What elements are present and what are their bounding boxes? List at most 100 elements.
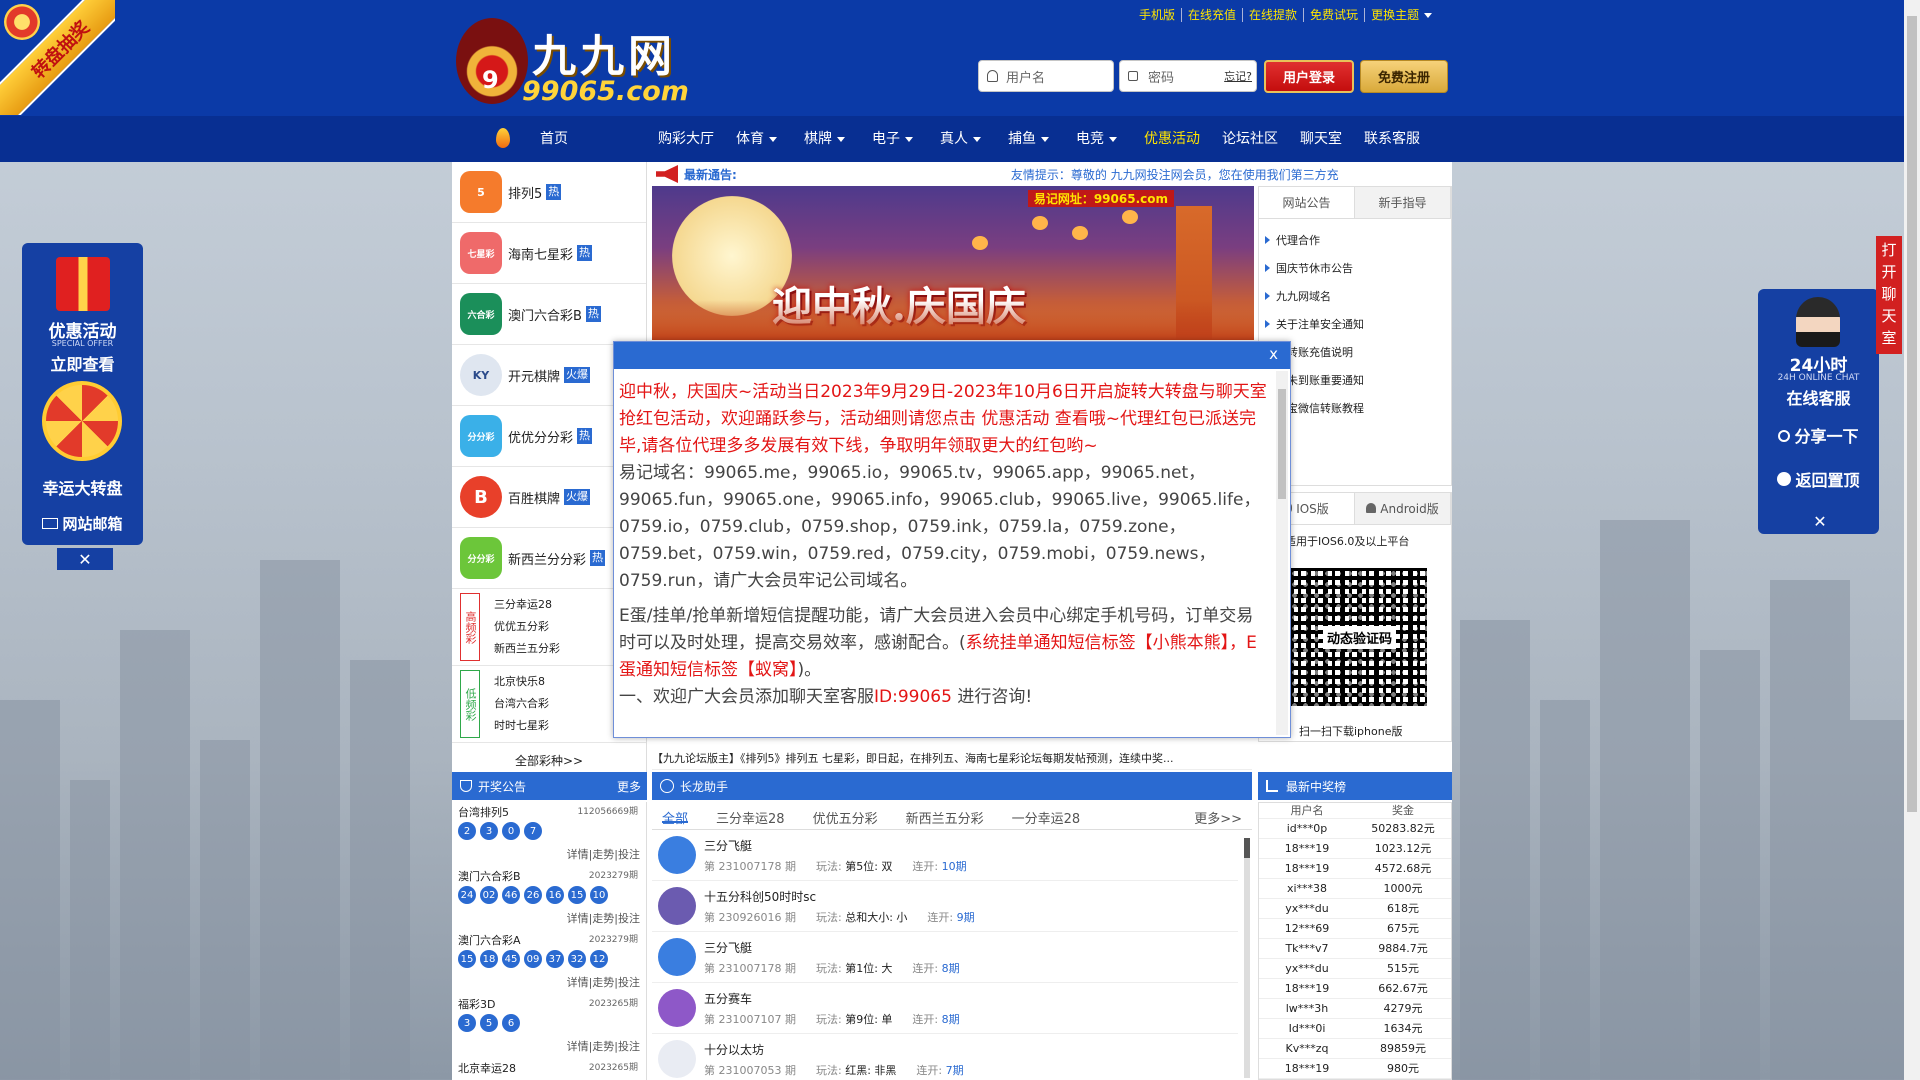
- group-item[interactable]: 北京快乐8: [494, 671, 549, 693]
- free-trial-link[interactable]: 免费试玩: [1303, 8, 1364, 22]
- dragon-tab[interactable]: 一分幸运28: [1012, 808, 1081, 827]
- winner-user: 18***19: [1284, 1062, 1330, 1075]
- winner-row: id***0p 50283.82元: [1259, 819, 1451, 839]
- dragon-scrollbar[interactable]: [1244, 838, 1250, 1078]
- lottery-name: 排列5: [508, 186, 543, 202]
- recharge-link[interactable]: 在线充值: [1181, 8, 1242, 22]
- gift-icon: [56, 257, 110, 311]
- draw-links[interactable]: 详情|走势|投注: [567, 846, 640, 862]
- right-float-close-button[interactable]: ✕: [1792, 510, 1848, 532]
- corner-promo[interactable]: 转盘抽奖: [0, 0, 115, 115]
- modal-scrollbar[interactable]: [1276, 371, 1288, 735]
- tab-beginner-guide[interactable]: 新手指导: [1355, 187, 1451, 218]
- promo-banner[interactable]: 易记网址：99065.com 迎中秋.庆国庆: [652, 186, 1254, 340]
- streak-value: 10期: [941, 859, 967, 873]
- news-item[interactable]: 代理合作: [1265, 227, 1445, 255]
- dragon-tab-all[interactable]: 全部: [662, 808, 689, 827]
- dragon-row[interactable]: 十五分科创50时时sc 第 230926016 期玩法: 总和大小: 小连开: …: [652, 881, 1238, 932]
- draw-links[interactable]: 详情|走势|投注: [567, 974, 640, 990]
- dragon-tab[interactable]: 优优五分彩: [813, 808, 878, 827]
- app-download-caption[interactable]: 扫一扫下载iphone版: [1299, 723, 1402, 739]
- group-item[interactable]: 三分幸运28: [494, 594, 560, 616]
- nav-home[interactable]: 首页: [540, 116, 568, 162]
- forum-ticker[interactable]: 【九九论坛版主】《排列5》排列五 七星彩，即日起，在排列五、海南七星彩论坛每期发…: [652, 748, 1252, 770]
- news-item[interactable]: 行转账充值说明: [1265, 339, 1445, 367]
- page-scrollbar-thumb[interactable]: [1907, 16, 1917, 812]
- dragon-scrollbar-thumb[interactable]: [1244, 838, 1250, 858]
- chat-title[interactable]: 在线客服: [1758, 385, 1879, 409]
- lottery-item[interactable]: 七星彩 海南七星彩热: [452, 223, 646, 284]
- news-item[interactable]: 关于注单安全通知: [1265, 311, 1445, 339]
- share-button[interactable]: 分享一下: [1758, 423, 1879, 447]
- news-item[interactable]: 付宝微信转账教程: [1265, 395, 1445, 423]
- dragon-tab[interactable]: 三分幸运28: [716, 808, 785, 827]
- forgot-password-link[interactable]: 忘记?: [1224, 68, 1252, 84]
- tab-android[interactable]: Android版: [1355, 493, 1451, 524]
- dragon-name: 五分赛车: [704, 991, 753, 1006]
- login-button[interactable]: 用户登录: [1264, 60, 1354, 93]
- right-float-panel: 24小时 24H ONLINE CHAT 在线客服 分享一下 返回置顶: [1758, 289, 1879, 534]
- dragon-row[interactable]: 十分以太坊 第 231007053 期 玩法: 红黑: 非黑 连开: 7期: [652, 1034, 1238, 1080]
- dragon-row[interactable]: 五分赛车 第 231007107 期 玩法: 第9位: 单 连开: 8期: [652, 983, 1238, 1034]
- nav-sports[interactable]: 体育: [736, 116, 777, 162]
- page-scrollbar[interactable]: [1904, 0, 1920, 1080]
- nav-chess[interactable]: 棋牌: [804, 116, 845, 162]
- group-item[interactable]: 新西兰五分彩: [494, 638, 560, 660]
- register-button[interactable]: 免费注册: [1360, 60, 1448, 93]
- site-logo[interactable]: 9 九九网 99065.com: [452, 18, 702, 108]
- group-item[interactable]: 台湾六合彩: [494, 693, 549, 715]
- wheel-label[interactable]: 幸运大转盘: [22, 475, 143, 499]
- modal-domains-text: 易记域名：99065.me，99065.io，99065.tv，99065.ap…: [619, 463, 1261, 591]
- open-chatroom-tab[interactable]: 打开聊天室: [1876, 236, 1902, 354]
- password-input[interactable]: 密码 忘记?: [1119, 60, 1257, 92]
- draw-links[interactable]: 详情|走势|投注: [567, 910, 640, 926]
- tab-site-notice[interactable]: 网站公告: [1259, 187, 1355, 218]
- draw-links[interactable]: 详情|走势|投注: [567, 1038, 640, 1054]
- currency-unit: 元: [1411, 1002, 1423, 1015]
- dragon-row[interactable]: 三分飞艇 第 231007178 期 玩法: 第1位: 大 连开: 8期: [652, 932, 1238, 983]
- nav-support[interactable]: 联系客服: [1364, 116, 1420, 162]
- username-input[interactable]: 用户名: [978, 60, 1114, 92]
- draws-more-link[interactable]: 更多: [617, 778, 641, 795]
- news-item[interactable]: 国庆节休市公告: [1265, 255, 1445, 283]
- dragon-header: 长龙助手: [652, 772, 1252, 800]
- dragon-name: 十分以太坊: [704, 1042, 765, 1057]
- draw-ball: 02: [480, 886, 498, 904]
- left-float-close-button[interactable]: ✕: [57, 548, 113, 570]
- lottery-name: 优优分分彩: [508, 430, 574, 446]
- promo-cta[interactable]: 立即查看: [22, 351, 143, 375]
- currency-unit: 元: [1411, 882, 1423, 895]
- nav-promotions[interactable]: 优惠活动: [1144, 116, 1200, 162]
- lottery-item[interactable]: 六合彩 澳门六合彩B 热: [452, 284, 646, 345]
- nav-chatroom[interactable]: 聊天室: [1300, 116, 1342, 162]
- lottery-item[interactable]: 5 排列5 热: [452, 162, 646, 223]
- group-item[interactable]: 时时七星彩: [494, 715, 549, 737]
- theme-link[interactable]: 更换主题: [1364, 8, 1438, 22]
- dragon-more-link[interactable]: 更多>>: [1194, 808, 1242, 827]
- winner-amount: 675: [1387, 922, 1408, 935]
- back-top-button[interactable]: 返回置顶: [1758, 467, 1879, 491]
- nav-electronic[interactable]: 电子: [872, 116, 913, 162]
- nav-chess-label: 棋牌: [804, 131, 832, 147]
- mobile-link[interactable]: 手机版: [1133, 8, 1181, 22]
- withdraw-link[interactable]: 在线提款: [1242, 8, 1303, 22]
- draw-ball: 2: [458, 822, 476, 840]
- nav-forum[interactable]: 论坛社区: [1222, 116, 1278, 162]
- nav-live[interactable]: 真人: [940, 116, 981, 162]
- winner-user: id***0p: [1286, 822, 1328, 835]
- dragon-row[interactable]: 三分飞艇 第 231007178 期 玩法: 第5位: 双 连开: 10期: [652, 830, 1238, 881]
- trophy-icon: [460, 780, 472, 792]
- modal-scrollbar-thumb[interactable]: [1278, 389, 1286, 499]
- news-item[interactable]: 值未到账重要通知: [1265, 367, 1445, 395]
- draw-period: 2023279期: [588, 871, 638, 881]
- modal-support-text: 一、欢迎广大会员添加聊天室客服: [619, 687, 874, 707]
- nav-lottery-hall[interactable]: 购彩大厅: [658, 116, 714, 162]
- nav-fishing[interactable]: 捕鱼: [1008, 116, 1049, 162]
- dragon-tab[interactable]: 新西兰五分彩: [906, 808, 984, 827]
- nav-esports[interactable]: 电竞: [1076, 116, 1117, 162]
- news-item[interactable]: 九九网域名: [1265, 283, 1445, 311]
- mail-link[interactable]: 网站邮箱: [22, 513, 143, 534]
- hot-badge: 火爆: [564, 489, 591, 505]
- modal-close-button[interactable]: x: [1269, 345, 1278, 363]
- group-item[interactable]: 优优五分彩: [494, 616, 560, 638]
